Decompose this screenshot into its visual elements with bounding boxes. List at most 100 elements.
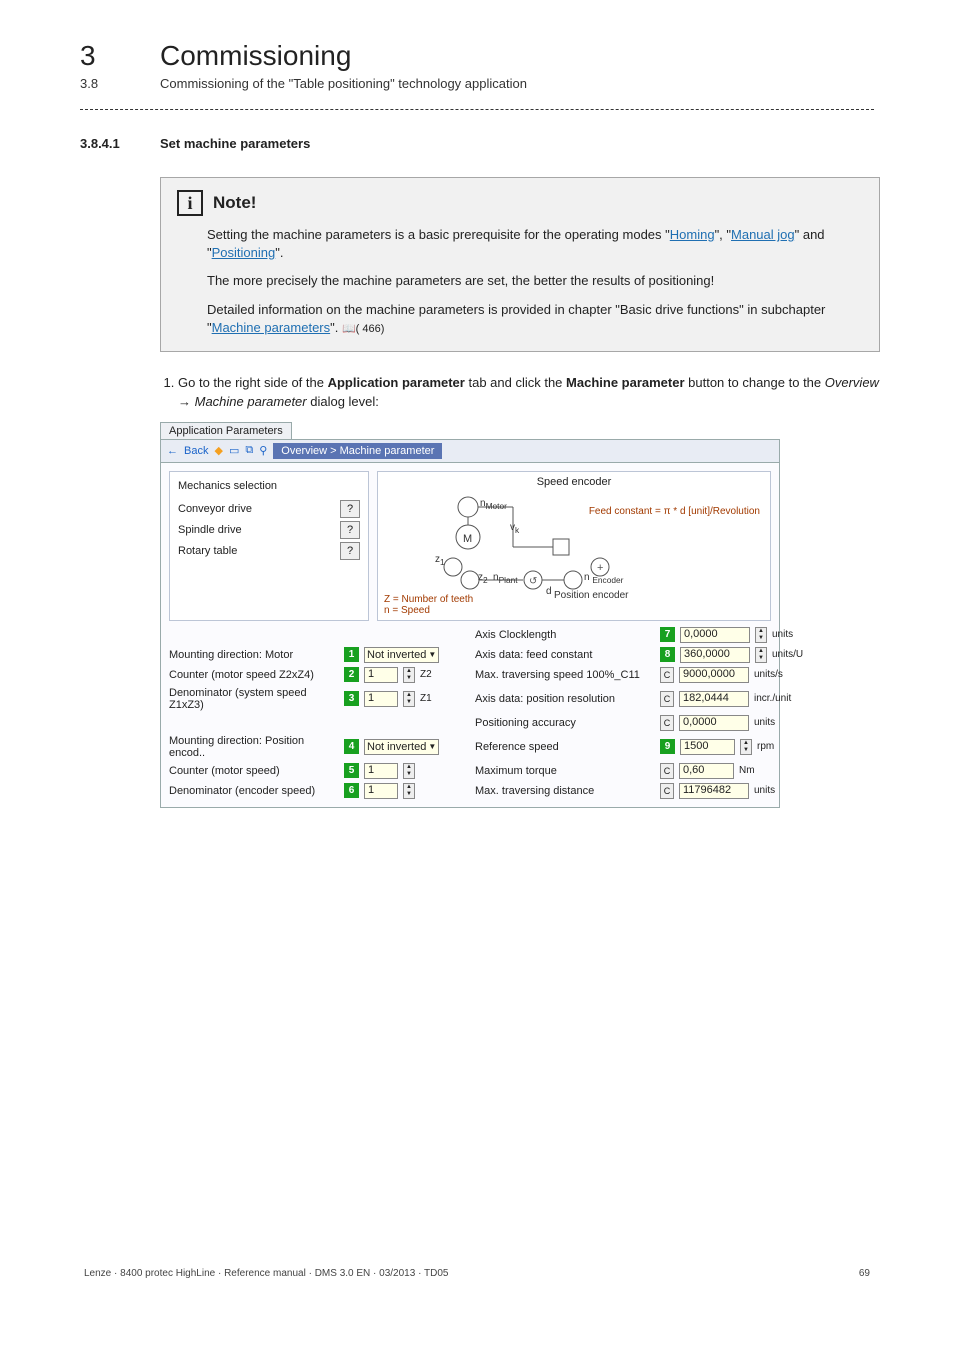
- subsection-number: 3.8: [80, 76, 160, 91]
- feed-constant-spinner[interactable]: ▲▼: [755, 647, 767, 663]
- arrow-icon: →: [178, 393, 191, 412]
- pos-res-label: Axis data: position resolution: [475, 693, 655, 705]
- speed-encoder-diagram: Speed encoder M ↺ +: [377, 471, 771, 621]
- step-italic: Machine parameter: [191, 394, 307, 409]
- back-arrow-icon[interactable]: ←: [167, 445, 178, 457]
- toolbar-pin-icon[interactable]: ⚲: [259, 444, 267, 457]
- max-dist-code-button[interactable]: C: [660, 783, 674, 799]
- mount-motor-label: Mounting direction: Motor: [169, 649, 339, 661]
- diagram-title: Speed encoder: [533, 476, 616, 488]
- chevron-down-icon: ▼: [428, 650, 436, 659]
- step-1: Go to the right side of the Application …: [178, 374, 880, 412]
- tab-application-parameters[interactable]: Application Parameters: [160, 422, 292, 439]
- ref-speed-spinner[interactable]: ▲▼: [740, 739, 752, 755]
- toolbar-spark-icon[interactable]: ◆: [214, 444, 222, 457]
- note-heading: Note!: [213, 193, 256, 213]
- counter-motor-input[interactable]: 1: [364, 763, 398, 779]
- step-text: tab and click the: [465, 375, 566, 390]
- step-text: button to change to the: [685, 375, 825, 390]
- mount-enc-combo[interactable]: Not inverted▼: [364, 739, 439, 755]
- marker-1: 1: [344, 647, 359, 662]
- note-text: Setting the machine parameters is a basi…: [207, 227, 670, 242]
- dashed-rule: [80, 109, 874, 110]
- toolbar-help-icon[interactable]: ⧉: [245, 444, 253, 457]
- mechanics-spindle-label: Spindle drive: [178, 524, 242, 536]
- link-machine-parameters[interactable]: Machine parameters: [212, 320, 331, 335]
- counter-z2z4-spinner[interactable]: ▲▼: [403, 667, 415, 683]
- step-text: dialog level:: [307, 394, 379, 409]
- max-torque-unit: Nm: [739, 765, 755, 776]
- svg-text:M: M: [463, 533, 472, 545]
- axis-clocklength-input[interactable]: 0,0000: [680, 627, 750, 643]
- diagram-n-motor-sub: Motor: [486, 501, 507, 511]
- denom-sys-label: Denominator (system speed Z1xZ3): [169, 687, 339, 711]
- feed-constant-label: Axis data: feed constant: [475, 649, 655, 661]
- denom-enc-label: Denominator (encoder speed): [169, 785, 339, 797]
- feed-constant-unit: units/U: [772, 649, 803, 660]
- link-positioning[interactable]: Positioning: [212, 245, 276, 260]
- counter-motor-label: Counter (motor speed): [169, 765, 339, 777]
- counter-motor-spinner[interactable]: ▲▼: [403, 763, 415, 779]
- chapter-title: Commissioning: [160, 40, 351, 72]
- ref-speed-unit: rpm: [757, 741, 774, 752]
- pos-res-code-button[interactable]: C: [660, 691, 674, 707]
- footer-left: Lenze · 8400 protec HighLine · Reference…: [84, 1268, 448, 1279]
- max-trav-speed-code-button[interactable]: C: [660, 667, 674, 683]
- axis-clocklength-label: Axis Clocklength: [475, 629, 655, 641]
- max-torque-code-button[interactable]: C: [660, 763, 674, 779]
- axis-clocklength-spinner[interactable]: ▲▼: [755, 627, 767, 643]
- step-text: Go to the right side of the: [178, 375, 328, 390]
- chapter-number: 3: [80, 40, 160, 72]
- axis-clocklength-unit: units: [772, 629, 793, 640]
- max-torque-input[interactable]: 0,60: [679, 763, 734, 779]
- diagram-vk-sub: k: [515, 525, 519, 535]
- feed-constant-input[interactable]: 360,0000: [680, 647, 750, 663]
- toolbar-nav-icon[interactable]: ▭: [229, 444, 239, 457]
- footer-page-number: 69: [859, 1268, 870, 1279]
- svg-text:↺: ↺: [529, 576, 537, 587]
- max-trav-speed-unit: units/s: [754, 669, 783, 680]
- marker-6: 6: [344, 783, 359, 798]
- step-list: Go to the right side of the Application …: [160, 374, 880, 412]
- counter-z2z4-input[interactable]: 1: [364, 667, 398, 683]
- link-manual-jog[interactable]: Manual jog: [731, 227, 795, 242]
- ref-speed-input[interactable]: 1500: [680, 739, 735, 755]
- mount-motor-combo[interactable]: Not inverted▼: [364, 647, 439, 663]
- ref-speed-label: Reference speed: [475, 741, 655, 753]
- note-text: ".: [275, 245, 283, 260]
- step-italic: Overview: [825, 375, 879, 390]
- marker-2: 2: [344, 667, 359, 682]
- mechanics-spindle-help-button[interactable]: ?: [340, 521, 360, 539]
- note-text: ".: [330, 320, 342, 335]
- denom-enc-input[interactable]: 1: [364, 783, 398, 799]
- diagram-feed-constant-formula: Feed constant = π * d [unit]/Revolution: [589, 506, 760, 517]
- max-trav-speed-label: Max. traversing speed 100%_C11: [475, 669, 655, 681]
- pos-res-unit: incr./unit: [754, 693, 791, 704]
- denom-enc-spinner[interactable]: ▲▼: [403, 783, 415, 799]
- parameter-grid: . Axis Clocklength 7 0,0000 ▲▼ units Mou…: [169, 627, 771, 799]
- max-dist-input[interactable]: 11796482: [679, 783, 749, 799]
- pos-res-input[interactable]: 182,0444: [679, 691, 749, 707]
- link-homing[interactable]: Homing: [670, 227, 715, 242]
- pos-acc-code-button[interactable]: C: [660, 715, 674, 731]
- pos-acc-unit: units: [754, 717, 775, 728]
- mechanics-conveyor-help-button[interactable]: ?: [340, 500, 360, 518]
- note-box: i Note! Setting the machine parameters i…: [160, 177, 880, 352]
- diagram-d: d: [546, 586, 552, 597]
- pos-acc-input[interactable]: 0,0000: [679, 715, 749, 731]
- book-ref-icon: 📖: [342, 323, 356, 335]
- denom-sys-input[interactable]: 1: [364, 691, 398, 707]
- section-title: Set machine parameters: [160, 136, 310, 151]
- max-dist-unit: units: [754, 785, 775, 796]
- back-button[interactable]: Back: [184, 445, 208, 457]
- max-trav-speed-input[interactable]: 9000,0000: [679, 667, 749, 683]
- note-paragraph-3: Detailed information on the machine para…: [207, 301, 863, 338]
- denom-sys-spinner[interactable]: ▲▼: [403, 691, 415, 707]
- pos-acc-label: Positioning accuracy: [475, 717, 655, 729]
- marker-5: 5: [344, 763, 359, 778]
- diagram-footnote: Z = Number of teeth n = Speed: [384, 594, 473, 616]
- mechanics-rotary-help-button[interactable]: ?: [340, 542, 360, 560]
- toolbar: ← Back ◆ ▭ ⧉ ⚲ Overview > Machine parame…: [160, 439, 780, 463]
- denom-sys-unit: Z1: [420, 693, 432, 704]
- counter-z2z4-label: Counter (motor speed Z2xZ4): [169, 669, 339, 681]
